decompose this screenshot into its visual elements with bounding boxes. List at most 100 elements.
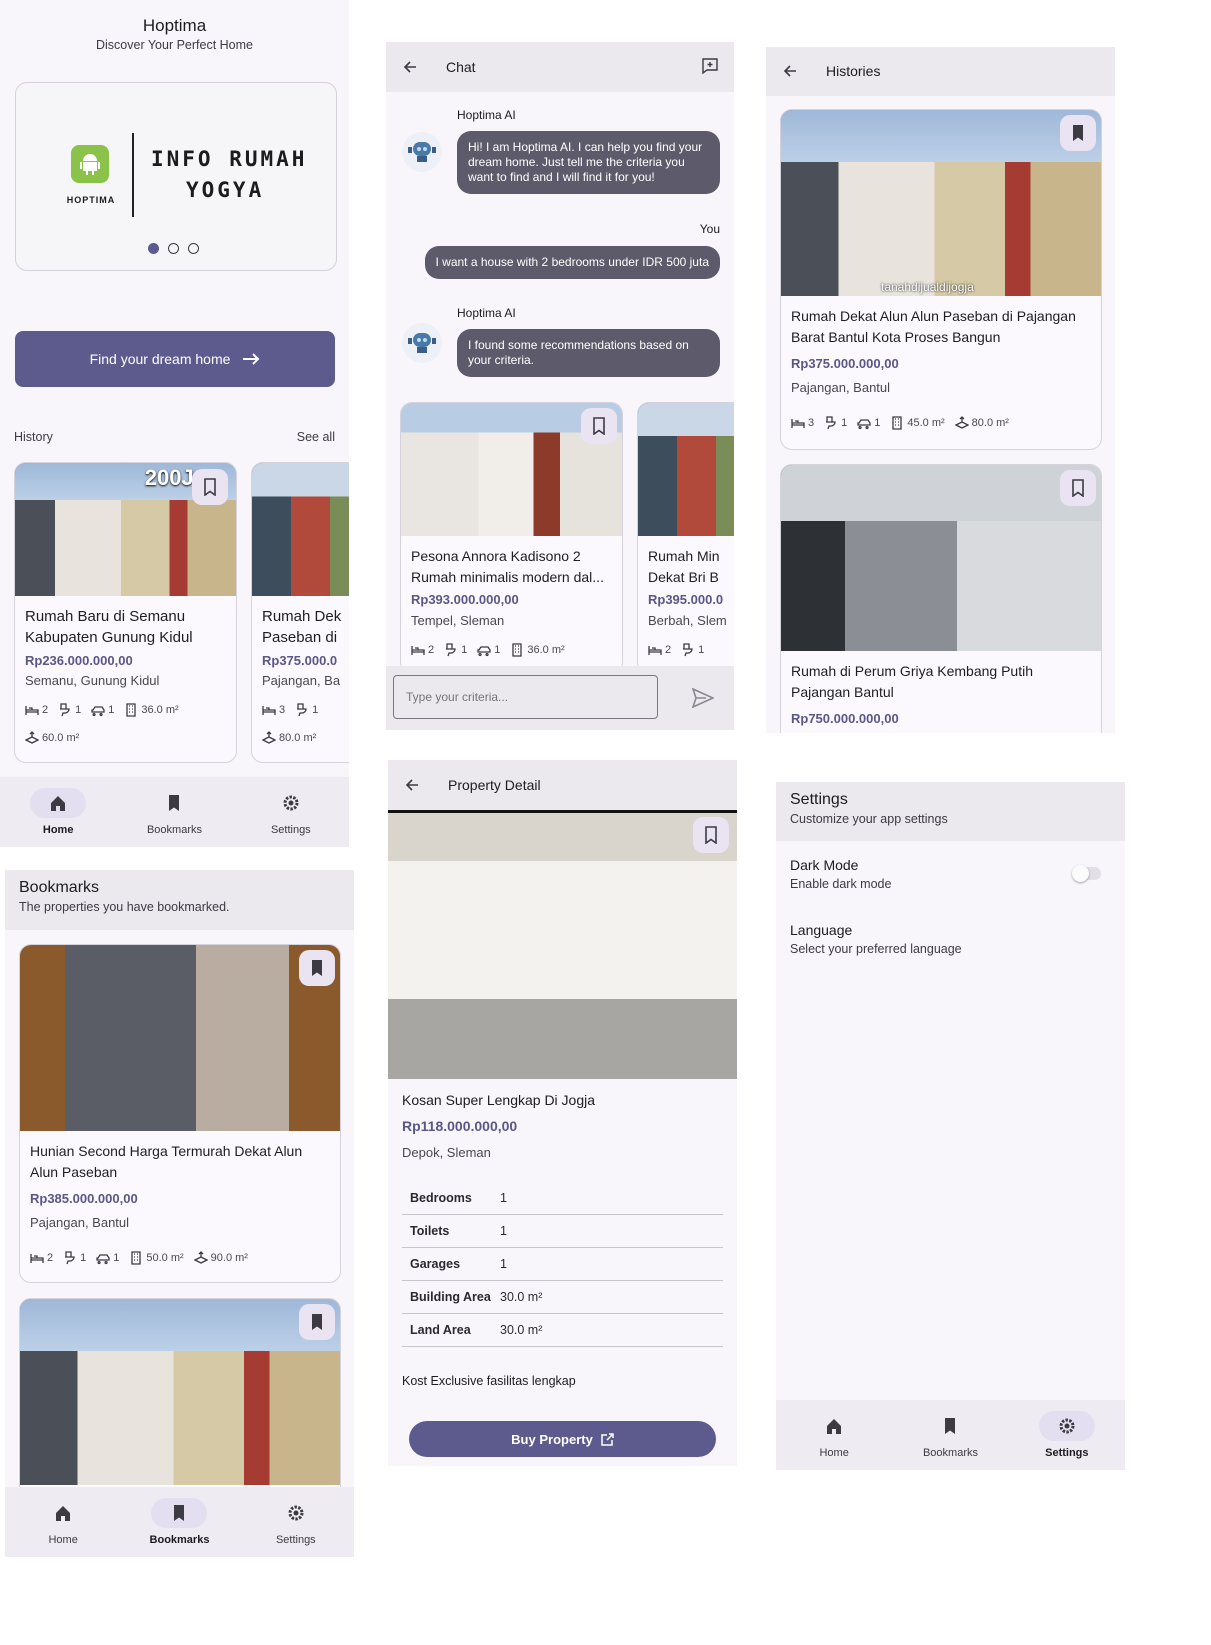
banner-line1: INFO RUMAH (151, 147, 308, 171)
criteria-input[interactable] (393, 675, 658, 719)
nav-bookmarks[interactable]: Bookmarks (116, 777, 232, 847)
nav-home[interactable]: Home (776, 1400, 892, 1470)
spec-garages: 1 (96, 1251, 119, 1265)
see-all-link[interactable]: See all (297, 430, 335, 444)
bookmark-button[interactable] (1060, 470, 1096, 506)
carousel-dots[interactable] (148, 243, 199, 254)
bookmark-card[interactable]: Hunian Second Harga Termurah Dekat Alun … (19, 944, 341, 1283)
property-price: Rp385.000.000,00 (30, 1191, 138, 1206)
land-icon (25, 731, 39, 745)
property-photo (20, 945, 340, 1131)
find-dream-home-label: Find your dream home (89, 351, 231, 367)
building-icon (124, 703, 138, 717)
home-screen: Hoptima Discover Your Perfect Home HOPTI… (0, 0, 349, 847)
arrow-right-icon (243, 353, 260, 365)
property-price: Rp395.000.0 (648, 592, 724, 607)
bookmarks-screen: Bookmarks The properties you have bookma… (5, 870, 354, 1557)
spec-row-key: Toilets (410, 1224, 450, 1238)
home-icon (54, 1504, 72, 1522)
nav-settings[interactable]: Settings (238, 1487, 354, 1557)
spec-bedrooms: 3 (262, 703, 285, 717)
spec-bedrooms: 2 (411, 643, 434, 657)
nav-settings[interactable]: Settings (1009, 1400, 1125, 1470)
bookmark-button[interactable] (299, 950, 335, 986)
bot-message: Hi! I am Hoptima AI. I can help you find… (457, 131, 720, 194)
land-icon (262, 731, 276, 745)
property-location: Berbah, Slem (648, 613, 727, 628)
spec-toilets: 1 (58, 703, 81, 717)
spec-row: Land Area 30.0 m² (402, 1314, 723, 1347)
banner-carousel[interactable]: HOPTIMA INFO RUMAH YOGYA (15, 82, 337, 271)
car-icon (96, 1251, 110, 1265)
spec-land: 90.0 m² (194, 1251, 248, 1265)
chat-title: Chat (446, 59, 476, 75)
bookmark-button[interactable] (192, 469, 228, 505)
property-photo (388, 810, 737, 1079)
back-arrow-icon[interactable] (404, 777, 420, 793)
property-price: Rp750.000.000,00 (791, 711, 899, 726)
bookmark-button[interactable] (581, 408, 617, 444)
spec-bedrooms: 2 (648, 643, 671, 657)
carousel-dot[interactable] (168, 243, 179, 254)
recommendation-card[interactable]: Rumah Min Dekat Bri B Rp395.000.0 Berbah… (637, 402, 734, 674)
buy-property-label: Buy Property (511, 1431, 593, 1447)
nav-bookmarks[interactable]: Bookmarks (892, 1400, 1008, 1470)
property-spec-table: Bedrooms 1 Toilets 1 Garages 1 Building Area 30… (402, 1182, 723, 1347)
bookmark-button[interactable] (1060, 115, 1096, 151)
buy-property-button[interactable]: Buy Property (409, 1421, 716, 1457)
spec-land: 80.0 m² (262, 731, 316, 745)
bookmarks-subtitle: The properties you have bookmarked. (19, 900, 230, 914)
dark-mode-row[interactable]: Dark Mode Enable dark mode (776, 842, 1125, 902)
back-arrow-icon[interactable] (402, 59, 418, 75)
spec-row: Garages 1 (402, 1248, 723, 1281)
building-icon (510, 643, 524, 657)
new-chat-icon[interactable] (702, 58, 718, 74)
user-message: I want a house with 2 bedrooms under IDR… (424, 246, 720, 279)
property-location: Pajangan, Bantul (791, 380, 891, 395)
spec-row: Bedrooms 1 (402, 1182, 723, 1215)
history-list-card[interactable]: tanahdijualdijogja Rumah Dekat Alun Alun… (780, 109, 1102, 450)
spec-row-value: 1 (500, 1257, 507, 1271)
property-photo (781, 465, 1101, 651)
home-icon (49, 794, 67, 812)
bookmark-icon (591, 417, 607, 435)
nav-bookmarks[interactable]: Bookmarks (121, 1487, 237, 1557)
language-row[interactable]: Language Select your preferred language (776, 907, 1125, 967)
recommendation-card[interactable]: Pesona Annora Kadisono 2 Rumah minimalis… (400, 402, 623, 674)
nav-home[interactable]: Home (0, 777, 116, 847)
detail-app-bar: Property Detail (388, 760, 737, 810)
history-list-card[interactable]: Rumah di Perum Griya Kembang Putih Pajan… (780, 464, 1102, 733)
history-card[interactable]: Rumah Dek Paseban di Rp375.000.0 Pajanga… (251, 462, 349, 763)
bookmark-button[interactable] (299, 1304, 335, 1340)
send-icon[interactable] (692, 688, 714, 708)
property-title: Rumah Baru di Semanu Kabupaten Gunung Ki… (25, 608, 193, 646)
bot-name: Hoptima AI (457, 306, 516, 320)
history-card[interactable]: 200Jt Rumah Baru di Semanu Kabupaten Gun… (14, 462, 237, 763)
bookmark-icon (309, 959, 325, 977)
carousel-dot[interactable] (188, 243, 199, 254)
bookmark-card[interactable] (19, 1298, 341, 1500)
nav-settings[interactable]: Settings (233, 777, 349, 847)
detail-title: Property Detail (448, 777, 541, 793)
property-title: Pesona Annora Kadisono 2 Rumah minimalis… (411, 548, 604, 585)
back-arrow-icon[interactable] (782, 63, 798, 79)
car-icon (477, 643, 491, 657)
dark-mode-toggle[interactable] (1072, 865, 1101, 882)
toilet-icon (63, 1251, 77, 1265)
property-location: Depok, Sleman (402, 1145, 491, 1160)
property-detail-screen: Property Detail Kosan Super Lengkap Di J… (388, 760, 737, 1466)
spec-row-value: 1 (500, 1191, 507, 1205)
carousel-dot-active[interactable] (148, 243, 159, 254)
nav-home[interactable]: Home (5, 1487, 121, 1557)
bottom-navigation: Home Bookmarks Settings (0, 777, 349, 847)
spec-garages: 1 (477, 643, 500, 657)
property-specs: 3 1 (262, 703, 318, 717)
histories-title: Histories (826, 63, 881, 79)
home-icon (825, 1417, 843, 1435)
spec-bedrooms: 2 (25, 703, 48, 717)
bookmark-button[interactable] (693, 817, 729, 853)
find-dream-home-button[interactable]: Find your dream home (15, 331, 335, 387)
open-external-icon (601, 1432, 614, 1446)
spec-building: 45.0 m² (890, 416, 945, 430)
spec-row-value: 1 (500, 1224, 507, 1238)
